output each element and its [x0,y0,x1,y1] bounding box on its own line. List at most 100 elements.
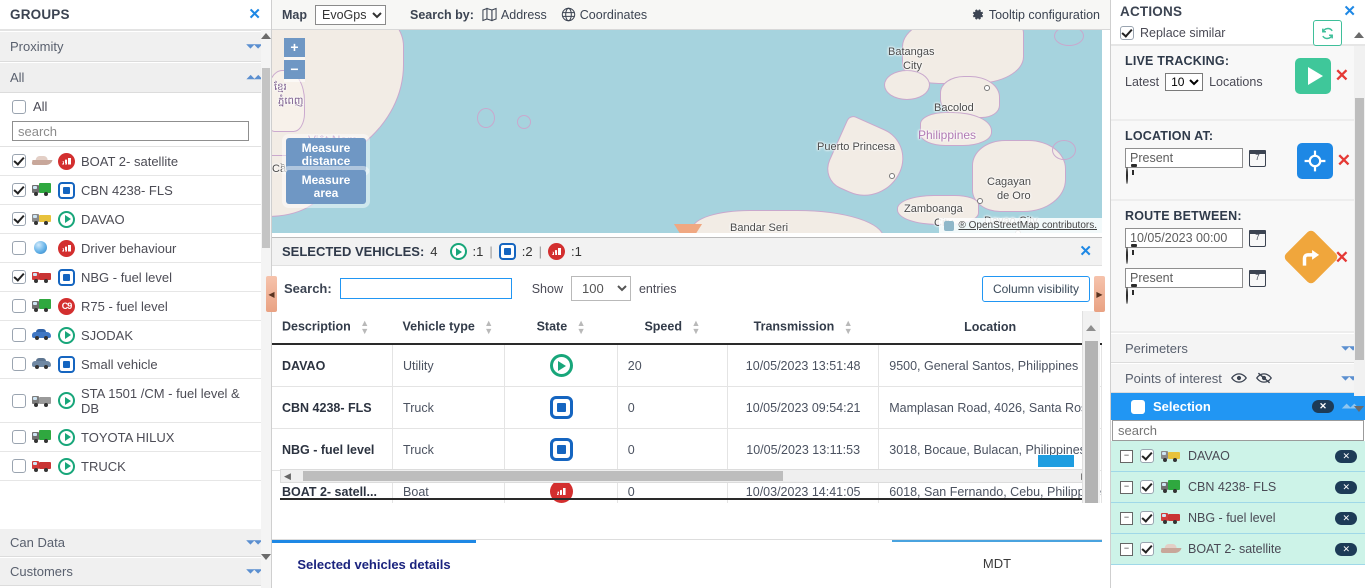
item-checkbox[interactable] [1140,449,1154,463]
col-state[interactable]: State ▲ ▼ [504,311,618,345]
clock-icon[interactable] [1126,287,1128,304]
remove-chip[interactable]: ✕ [1335,542,1357,556]
col-location[interactable]: Location [878,311,1102,345]
clock-icon[interactable] [1126,167,1128,184]
accordion-perimeters[interactable]: Perimeters ⏷⏷ [1111,333,1365,363]
calendar-icon[interactable]: 7 [1249,229,1266,247]
search-by-coordinates-button[interactable]: Coordinates [561,7,647,22]
scroll-up-arrow-icon[interactable] [1086,325,1096,331]
list-item[interactable]: C9 R75 - fuel level [0,292,271,321]
groups-search-input[interactable] [12,121,249,141]
collapse-icon[interactable]: − [1120,449,1133,463]
list-item[interactable]: CBN 4238- FLS [0,176,271,205]
route-to-input[interactable] [1125,268,1243,288]
accordion-all[interactable]: All ⏶⏶ [0,62,271,93]
item-checkbox[interactable] [12,183,26,197]
tooltip-configuration-button[interactable]: Tooltip configuration [970,7,1100,22]
list-item[interactable]: − DAVAO ✕ [1111,441,1365,472]
column-visibility-button[interactable]: Column visibility [981,275,1090,302]
location-at-input[interactable] [1125,148,1243,168]
col-transmission[interactable]: Transmission ▲ ▼ [727,311,879,345]
table-horizontal-scrollbar[interactable]: ◀ ▶ [280,469,1092,483]
eye-icon[interactable] [1230,372,1247,384]
collapse-icon[interactable]: − [1120,480,1133,494]
selection-header[interactable]: Selection ✕ ⏶⏶ [1111,393,1365,420]
actions-scrollbar[interactable] [1354,32,1365,412]
list-item[interactable]: STA 1501 /CM - fuel level & DB [0,379,271,423]
list-item[interactable]: TOYOTA HILUX [0,423,271,452]
table-search-input[interactable] [339,278,512,299]
collapse-icon[interactable]: − [1120,542,1133,556]
close-icon[interactable]: ✕ [1079,244,1092,259]
scroll-thumb[interactable] [1085,341,1098,503]
location-at-clear-button[interactable]: ✕ [1337,152,1351,169]
remove-chip[interactable]: ✕ [1335,511,1357,525]
openstreetmap-link[interactable]: ® OpenStreetMap contributors. [958,220,1097,231]
zoom-in-button[interactable]: + [284,38,305,57]
live-tracking-count-select[interactable]: 10 [1165,73,1204,91]
table-row[interactable]: CBN 4238- FLS Truck 0 10/05/2023 09:54:2… [272,386,1102,429]
tab-mdt[interactable]: MDT [892,540,1102,588]
list-item[interactable]: − NBG - fuel level ✕ [1111,503,1365,534]
replace-similar-checkbox[interactable] [1120,26,1134,40]
item-checkbox[interactable] [12,430,26,444]
list-item[interactable]: − BOAT 2- satellite ✕ [1111,534,1365,565]
right-collapse-handle[interactable]: ▶ [1094,276,1105,312]
item-checkbox[interactable] [12,393,26,408]
chevron-down-icon[interactable]: ⏷⏷ [246,535,263,550]
table-row[interactable]: NBG - fuel level Truck 0 10/05/2023 13:1… [272,428,1102,471]
item-checkbox[interactable] [12,357,26,371]
list-item[interactable]: Driver behaviour [0,234,271,263]
scroll-thumb[interactable] [1355,98,1364,360]
map-canvas[interactable]: Việt Nam ខ្មែរ ភ្នំពេញ Cần Thơ Batangas … [272,30,1102,233]
item-checkbox[interactable] [12,328,26,342]
tab-selected-vehicles-details[interactable]: Selected vehicles details [272,540,476,588]
refresh-button[interactable] [1313,20,1342,46]
col-vehicle-type[interactable]: Vehicle type ▲ ▼ [392,311,505,345]
item-checkbox[interactable] [1140,511,1154,525]
selection-checkbox[interactable] [1131,399,1145,414]
list-item[interactable]: − CBN 4238- FLS ✕ [1111,472,1365,503]
collapse-icon[interactable]: − [1120,511,1133,525]
table-vertical-scrollbar[interactable] [1082,311,1100,503]
accordion-customers[interactable]: Customers ⏷⏷ [0,557,271,586]
selection-search-input[interactable] [1112,420,1364,441]
scroll-up-arrow-icon[interactable] [261,33,271,39]
accordion-proximity[interactable]: Proximity ⏷⏷ [0,31,271,62]
replace-similar-row[interactable]: Replace similar [1111,20,1365,46]
item-checkbox[interactable] [12,459,26,473]
col-description[interactable]: Description ▲ ▼ [272,311,393,345]
list-item[interactable]: TRUCK [0,452,271,481]
calendar-icon[interactable]: 7 [1249,149,1266,167]
chevron-down-icon[interactable]: ⏷⏷ [246,564,263,579]
clock-icon[interactable] [1126,247,1128,264]
item-checkbox[interactable] [12,241,26,255]
zoom-out-button[interactable]: − [284,60,305,79]
scroll-left-arrow-icon[interactable]: ◀ [284,471,291,482]
route-between-clear-button[interactable]: ✕ [1335,249,1349,266]
sort-icon[interactable]: ▲ ▼ [691,319,700,336]
remove-chip[interactable]: ✕ [1335,480,1357,494]
scroll-up-arrow-icon[interactable] [1354,32,1364,38]
close-icon[interactable]: ✕ [1343,4,1356,19]
sort-icon[interactable]: ▲ ▼ [577,319,586,336]
list-item[interactable]: NBG - fuel level [0,263,271,292]
item-checkbox[interactable] [1140,480,1154,494]
select-all-row[interactable]: All [0,93,271,118]
calendar-icon[interactable]: 7 [1249,269,1266,287]
table-row[interactable]: DAVAO Utility 20 10/05/2023 13:51:48 950… [272,344,1102,387]
measure-area-button[interactable]: Measure area [286,170,366,204]
item-checkbox[interactable] [12,154,26,168]
location-at-locate-button[interactable] [1297,143,1333,179]
list-item[interactable]: DAVAO [0,205,271,234]
col-speed[interactable]: Speed ▲ ▼ [617,311,728,345]
map-provider-select[interactable]: EvoGps [315,4,386,25]
sort-icon[interactable]: ▲ ▼ [484,319,493,336]
sort-icon[interactable]: ▲ ▼ [360,319,369,336]
chevron-down-icon[interactable]: ⏷⏷ [246,39,263,54]
route-from-input[interactable] [1125,228,1243,248]
live-tracking-play-button[interactable] [1295,58,1331,94]
search-by-address-button[interactable]: Address [482,7,547,22]
select-all-checkbox[interactable] [12,99,26,114]
item-checkbox[interactable] [12,270,26,284]
